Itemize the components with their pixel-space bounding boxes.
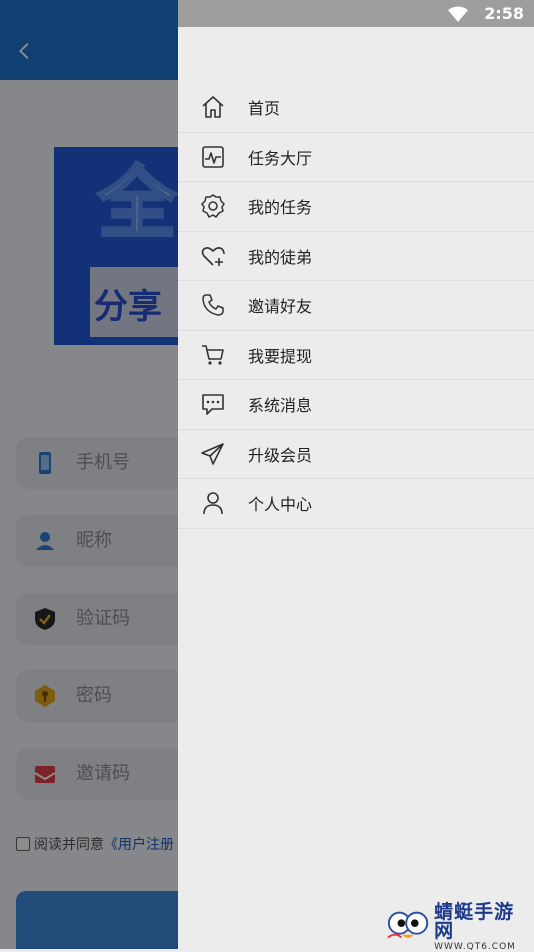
drawer-menu: 首页 任务大厅 我的任务 我的徒弟 邀请好友 我要提现 系统消息 升级会员 个人… — [178, 83, 534, 529]
send-icon — [200, 441, 226, 467]
menu-item-my-apprentices[interactable]: 我的徒弟 — [178, 232, 534, 281]
heart-plus-icon — [200, 243, 226, 269]
menu-item-home[interactable]: 首页 — [178, 83, 534, 133]
menu-item-label: 我要提现 — [248, 346, 313, 366]
phone-call-icon — [200, 292, 226, 318]
menu-item-label: 首页 — [248, 99, 281, 119]
menu-item-label: 我的徒弟 — [248, 247, 313, 267]
menu-item-task-hall[interactable]: 任务大厅 — [178, 133, 534, 182]
watermark-title: 蜻蜓手游网 — [434, 900, 515, 942]
menu-item-label: 邀请好友 — [248, 297, 313, 317]
menu-item-upgrade-membership[interactable]: 升级会员 — [178, 430, 534, 479]
menu-item-label: 个人中心 — [248, 495, 313, 515]
watermark: 蜻蜓手游网 WWW.QT6.COM — [386, 902, 530, 951]
menu-item-invite-friends[interactable]: 邀请好友 — [178, 281, 534, 331]
activity-icon — [200, 144, 226, 170]
wifi-icon — [448, 6, 468, 22]
menu-item-system-messages[interactable]: 系统消息 — [178, 380, 534, 430]
menu-item-label: 升级会员 — [248, 445, 313, 465]
watermark-text: 蜻蜓手游网 WWW.QT6.COM — [434, 900, 530, 952]
menu-item-my-tasks[interactable]: 我的任务 — [178, 182, 534, 232]
menu-item-label: 系统消息 — [248, 396, 313, 416]
menu-item-withdraw[interactable]: 我要提现 — [178, 331, 534, 380]
dragonfly-logo-icon — [387, 911, 429, 939]
menu-item-label: 任务大厅 — [248, 148, 313, 168]
cart-icon — [200, 342, 226, 368]
status-bar: 2:58 — [178, 0, 534, 27]
menu-item-profile[interactable]: 个人中心 — [178, 479, 534, 529]
home-icon — [200, 94, 226, 120]
message-icon — [200, 391, 226, 417]
person-icon — [200, 490, 226, 516]
status-time: 2:58 — [484, 4, 524, 23]
watermark-url: WWW.QT6.COM — [434, 941, 516, 952]
menu-item-label: 我的任务 — [248, 198, 313, 218]
gear-icon — [200, 193, 226, 219]
navigation-drawer: 首页 任务大厅 我的任务 我的徒弟 邀请好友 我要提现 系统消息 升级会员 个人… — [178, 27, 534, 949]
